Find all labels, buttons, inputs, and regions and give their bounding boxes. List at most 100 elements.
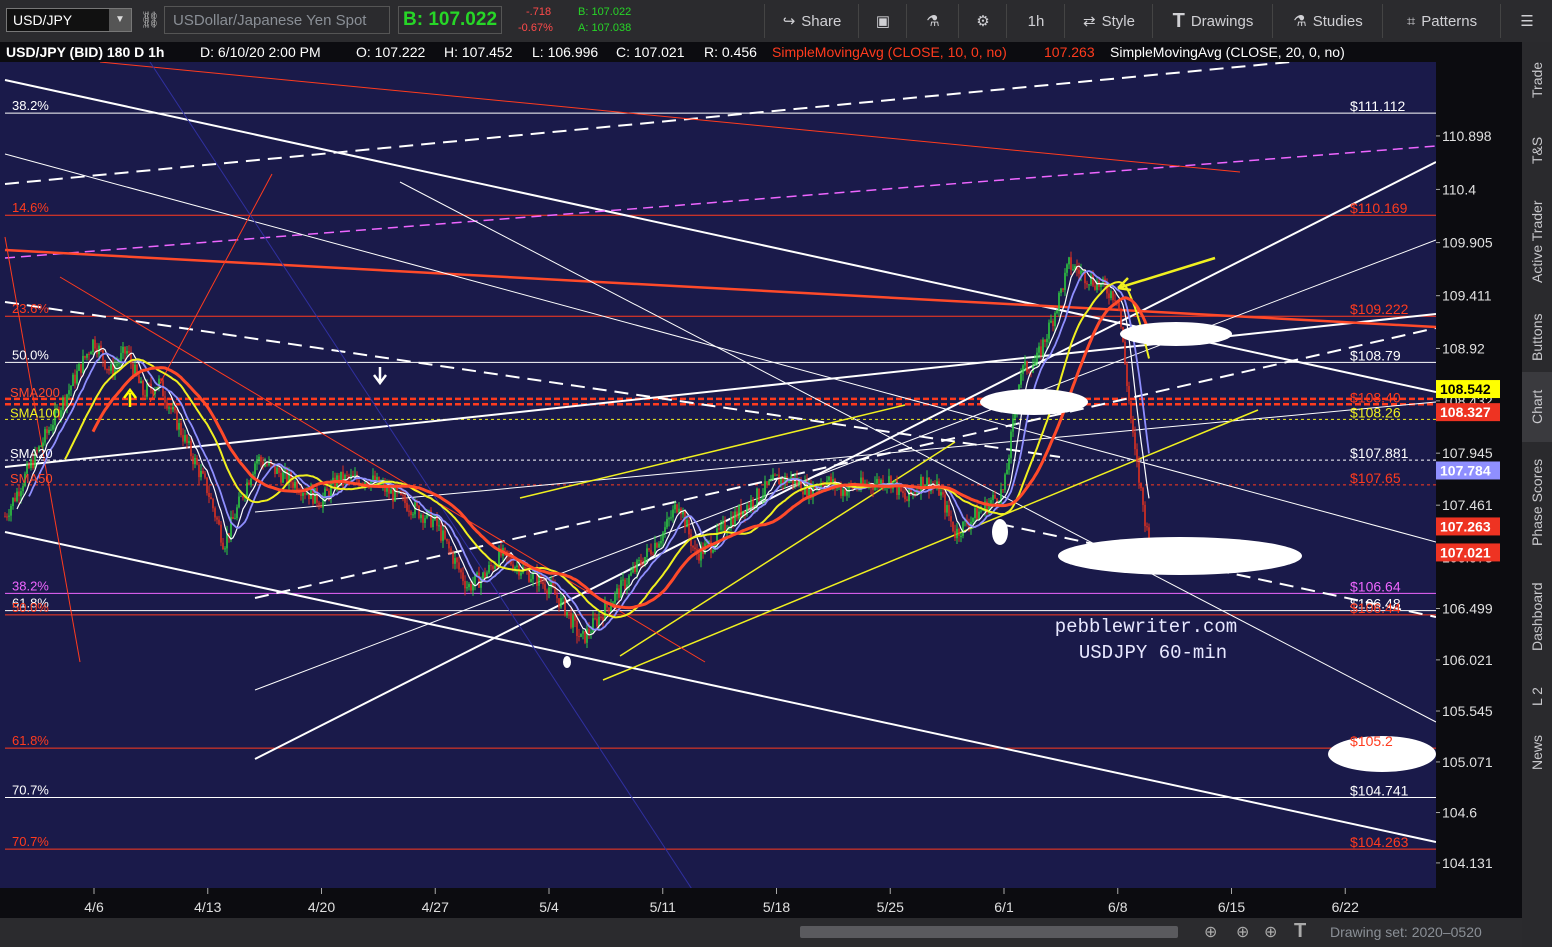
price-level-label: $105.2 bbox=[1350, 733, 1393, 749]
style-icon: ⇄ bbox=[1083, 13, 1096, 30]
price-level-label: $104.263 bbox=[1350, 834, 1409, 850]
highlight-ellipse bbox=[992, 519, 1008, 545]
candle-body bbox=[1138, 461, 1140, 483]
candle-body bbox=[1132, 418, 1134, 433]
candle-body bbox=[1046, 338, 1048, 343]
candle-body bbox=[516, 565, 518, 568]
text-tool-icon[interactable]: T bbox=[1294, 920, 1306, 943]
candle-body bbox=[722, 521, 724, 525]
zoom-fit-icon[interactable]: ⊕ bbox=[1264, 922, 1277, 942]
legend-sma10[interactable]: SimpleMovingAvg (CLOSE, 10, 0, no) bbox=[772, 44, 1007, 60]
candle-body bbox=[580, 633, 582, 637]
zoom-out-icon[interactable]: ⊕ bbox=[1204, 922, 1217, 942]
candle-body bbox=[354, 474, 356, 477]
candle-body bbox=[840, 486, 842, 496]
candle-body bbox=[676, 504, 678, 513]
candle-body bbox=[1082, 270, 1084, 272]
y-tick-label: 107.945 bbox=[1442, 445, 1493, 461]
tab-active-trader[interactable]: Active Trader bbox=[1522, 182, 1552, 302]
candle-body bbox=[634, 567, 636, 572]
candle-body bbox=[670, 517, 672, 519]
candle-body bbox=[10, 505, 12, 516]
candle-body bbox=[28, 464, 30, 468]
candle-body bbox=[492, 566, 494, 569]
candle-body bbox=[108, 368, 110, 371]
tab-time-and-sales[interactable]: T&S bbox=[1522, 118, 1552, 182]
zoom-in-icon[interactable]: ⊕ bbox=[1236, 922, 1249, 942]
menu-button[interactable]: ☰ bbox=[1500, 4, 1552, 38]
tab-chart[interactable]: Chart bbox=[1522, 372, 1552, 442]
candle-body bbox=[200, 471, 202, 478]
candle-body bbox=[750, 499, 752, 509]
candle-body bbox=[712, 549, 714, 553]
studies-button[interactable]: ⚗ Studies bbox=[1272, 4, 1383, 38]
price-level-label: $109.222 bbox=[1350, 301, 1409, 317]
symbol-selector[interactable]: USD/JPY ▼ bbox=[6, 8, 132, 32]
timeframe-button[interactable]: 1h bbox=[1006, 4, 1065, 38]
candle-body bbox=[92, 339, 94, 353]
grid-layout-button[interactable]: ▣ bbox=[858, 4, 907, 38]
candle-body bbox=[450, 548, 452, 553]
style-button[interactable]: ⇄ Style bbox=[1064, 4, 1153, 38]
candle-body bbox=[52, 425, 54, 430]
settings-button[interactable]: ⚙ bbox=[958, 4, 1007, 38]
tab-phase-scores[interactable]: Phase Scores bbox=[1522, 442, 1552, 562]
price-badge-label: 107.263 bbox=[1440, 518, 1491, 534]
candle-body bbox=[1128, 386, 1130, 402]
horizontal-scrollbar[interactable] bbox=[800, 926, 1178, 938]
candle-body bbox=[204, 473, 206, 478]
share-button[interactable]: ↪ Share bbox=[764, 4, 859, 38]
tab-level-2[interactable]: L 2 bbox=[1522, 672, 1552, 722]
candle-body bbox=[160, 378, 162, 381]
candle-body bbox=[660, 540, 662, 544]
candle-body bbox=[206, 477, 208, 493]
candle-body bbox=[192, 456, 194, 465]
x-tick-label: 4/27 bbox=[422, 899, 449, 915]
candle-body bbox=[72, 374, 74, 386]
candle-body bbox=[926, 477, 928, 486]
candle-body bbox=[1080, 270, 1082, 274]
tab-dashboard[interactable]: Dashboard bbox=[1522, 562, 1552, 672]
candle-body bbox=[1028, 371, 1030, 373]
candle-body bbox=[456, 558, 458, 563]
link-icon[interactable]: ⛓ bbox=[140, 10, 160, 30]
candle-body bbox=[222, 542, 224, 550]
candle-body bbox=[1040, 346, 1042, 356]
candle-body bbox=[948, 505, 950, 517]
candle-body bbox=[1038, 346, 1040, 353]
candle-body bbox=[738, 505, 740, 519]
candle-body bbox=[1026, 361, 1028, 372]
flask-button[interactable]: ⚗ bbox=[906, 4, 959, 38]
candle-body bbox=[478, 572, 480, 588]
candle-body bbox=[12, 497, 14, 506]
candle-body bbox=[872, 487, 874, 490]
candle-body bbox=[524, 567, 526, 569]
candle-body bbox=[454, 558, 456, 564]
candle-body bbox=[756, 488, 758, 506]
y-tick-label: 109.411 bbox=[1442, 288, 1492, 304]
candle-body bbox=[82, 355, 84, 373]
candle-body bbox=[546, 590, 548, 594]
candle-body bbox=[972, 517, 974, 523]
candle-body bbox=[974, 508, 976, 518]
drawings-button[interactable]: T Drawings bbox=[1152, 4, 1273, 38]
price-chart[interactable]: 38.2%14.6%23.6%50.0%38.2%61.8%50.0%61.8%… bbox=[0, 62, 1436, 918]
x-tick-label: 4/20 bbox=[308, 899, 335, 915]
chevron-down-icon[interactable]: ▼ bbox=[109, 9, 131, 31]
net-change: -.718 bbox=[526, 6, 552, 18]
candle-body bbox=[588, 628, 590, 634]
tab-trade[interactable]: Trade bbox=[1522, 42, 1552, 118]
candle-body bbox=[1070, 257, 1072, 270]
tab-buttons[interactable]: Buttons bbox=[1522, 302, 1552, 372]
candle-body bbox=[1044, 339, 1046, 343]
candle-body bbox=[1092, 275, 1094, 286]
candle-body bbox=[692, 545, 694, 548]
patterns-button[interactable]: ⌗ Patterns bbox=[1382, 4, 1501, 38]
candle-body bbox=[1142, 488, 1144, 505]
legend-sma20[interactable]: SimpleMovingAvg (CLOSE, 20, 0, no) bbox=[1110, 44, 1345, 60]
drawings-label: Drawings bbox=[1190, 12, 1254, 30]
percent-change: -0.67% bbox=[518, 22, 553, 34]
candle-body bbox=[650, 549, 652, 555]
candle-body bbox=[1054, 313, 1056, 327]
tab-news[interactable]: News bbox=[1522, 722, 1552, 782]
